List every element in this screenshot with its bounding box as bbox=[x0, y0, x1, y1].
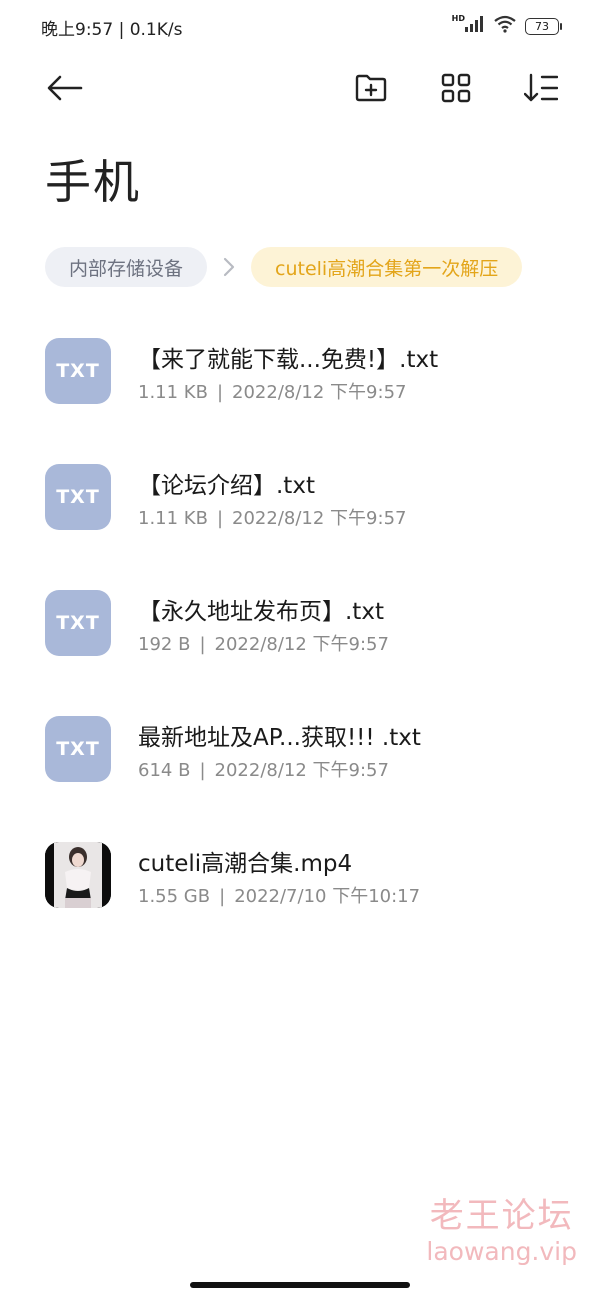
file-size: 1.11 KB bbox=[138, 382, 208, 403]
breadcrumb: 内部存储设备 cuteli高潮合集第一次解压 bbox=[45, 247, 534, 287]
file-row[interactable]: TXT 【论坛介绍】.txt 1.11 KB | 2022/8/12 下午9:57 bbox=[0, 456, 599, 582]
file-date: 2022/8/12 下午9:57 bbox=[232, 508, 407, 529]
file-list: TXT 【来了就能下载...免费!】.txt 1.11 KB | 2022/8/12… bbox=[0, 330, 599, 960]
toolbar bbox=[0, 66, 599, 114]
page-title: 手机 bbox=[45, 155, 141, 209]
breadcrumb-current[interactable]: cuteli高潮合集第一次解压 bbox=[251, 247, 523, 287]
file-name: 最新地址及AP...获取!!! .txt bbox=[138, 725, 421, 751]
file-name: 【论坛介绍】.txt bbox=[138, 473, 315, 499]
new-folder-button[interactable] bbox=[347, 66, 395, 114]
wifi-icon bbox=[493, 15, 517, 37]
watermark-cn: 老王论坛 bbox=[429, 1196, 574, 1236]
home-indicator[interactable] bbox=[190, 1282, 410, 1288]
grid-view-button[interactable] bbox=[432, 66, 480, 114]
txt-file-icon: TXT bbox=[45, 464, 111, 530]
breadcrumb-root[interactable]: 内部存储设备 bbox=[45, 247, 208, 287]
file-size: 1.55 GB bbox=[138, 886, 211, 907]
file-meta: 192 B | 2022/8/12 下午9:57 bbox=[138, 630, 389, 656]
sort-button[interactable] bbox=[517, 66, 565, 114]
file-meta: 614 B | 2022/8/12 下午9:57 bbox=[138, 756, 389, 782]
file-name: 【永久地址发布页】.txt bbox=[138, 599, 384, 625]
file-row[interactable]: TXT 【永久地址发布页】.txt 192 B | 2022/8/12 下午9:57 bbox=[0, 582, 599, 708]
folder-plus-icon bbox=[355, 74, 387, 106]
file-date: 2022/8/12 下午9:57 bbox=[214, 634, 389, 655]
file-date: 2022/8/12 下午9:57 bbox=[232, 382, 407, 403]
txt-file-icon: TXT bbox=[45, 338, 111, 404]
meta-separator: | bbox=[216, 382, 224, 403]
meta-separator: | bbox=[219, 886, 226, 907]
file-size: 614 B bbox=[138, 760, 191, 781]
status-icons: HD 73 bbox=[444, 13, 562, 37]
txt-file-icon: TXT bbox=[45, 716, 111, 782]
status-time-speed: 晚上9:57 | 0.1K/s bbox=[41, 20, 183, 40]
watermark-en: laowang.vip bbox=[426, 1237, 577, 1266]
video-thumbnail bbox=[45, 842, 111, 908]
file-size: 1.11 KB bbox=[138, 508, 208, 529]
hd-indicator: HD bbox=[451, 13, 465, 23]
txt-file-icon: TXT bbox=[45, 590, 111, 656]
file-row[interactable]: cuteli高潮合集.mp4 1.55 GB | 2022/7/10 下午10:17 bbox=[0, 834, 599, 960]
meta-separator: | bbox=[216, 508, 224, 529]
sort-icon bbox=[523, 73, 559, 107]
meta-separator: | bbox=[199, 760, 206, 781]
file-size: 192 B bbox=[138, 634, 191, 655]
signal-icon bbox=[465, 16, 485, 36]
back-button[interactable] bbox=[41, 66, 89, 114]
arrow-left-icon bbox=[47, 75, 83, 105]
watermark: 老王论坛 laowang.vip bbox=[426, 1188, 577, 1266]
file-row[interactable]: TXT 最新地址及AP...获取!!! .txt 614 B | 2022/8/12… bbox=[0, 708, 599, 834]
chevron-right-icon bbox=[207, 257, 251, 277]
file-date: 2022/8/12 下午9:57 bbox=[214, 760, 389, 781]
grid-view-icon bbox=[441, 73, 471, 107]
battery-icon: 73 bbox=[525, 17, 562, 35]
file-name: cuteli高潮合集.mp4 bbox=[138, 851, 353, 877]
file-row[interactable]: TXT 【来了就能下载...免费!】.txt 1.11 KB | 2022/8/12… bbox=[0, 330, 599, 456]
file-meta: 1.11 KB | 2022/8/12 下午9:57 bbox=[138, 378, 406, 404]
file-meta: 1.11 KB | 2022/8/12 下午9:57 bbox=[138, 504, 406, 530]
file-date: 2022/7/10 下午10:17 bbox=[234, 886, 421, 907]
meta-separator: | bbox=[199, 634, 206, 655]
status-bar: 晚上9:57 | 0.1K/s HD 73 bbox=[0, 0, 599, 54]
file-meta: 1.55 GB | 2022/7/10 下午10:17 bbox=[138, 882, 420, 908]
file-name: 【来了就能下载...免费!】.txt bbox=[138, 347, 439, 373]
